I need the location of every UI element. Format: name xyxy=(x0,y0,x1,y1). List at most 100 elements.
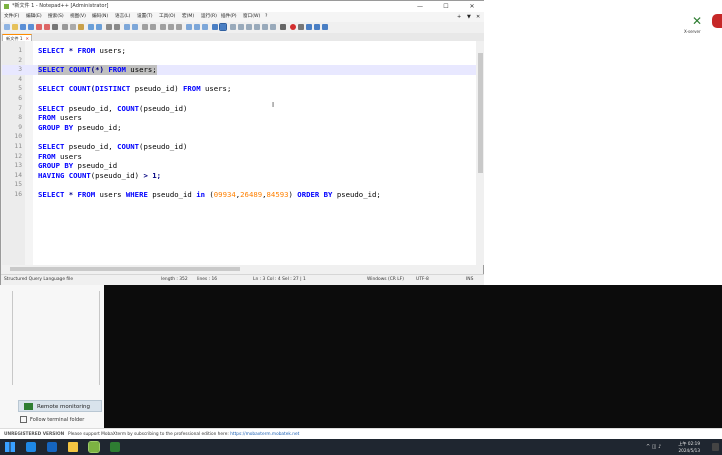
menu-search[interactable]: 搜索(S) xyxy=(48,12,64,22)
menu-settings[interactable]: 设置(T) xyxy=(137,12,153,22)
menu-help[interactable]: ? xyxy=(265,12,267,22)
follow-terminal-checkbox[interactable]: Follow terminal folder xyxy=(20,416,84,423)
notepadpp-taskbar-icon[interactable] xyxy=(88,441,100,453)
code-line[interactable]: 5 SELECT COUNT(DISTINCT pseudo_id) FROM u… xyxy=(2,84,476,94)
minimize-button[interactable]: — xyxy=(411,1,429,12)
code-line[interactable]: 8 FROM users xyxy=(2,113,476,123)
new-tab-button[interactable]: + xyxy=(457,12,461,22)
save-all-icon[interactable] xyxy=(28,24,34,30)
tab-list-button[interactable]: ▼ xyxy=(467,12,471,22)
macro-play-icon[interactable] xyxy=(306,24,312,30)
monitoring-icon[interactable] xyxy=(212,24,218,30)
word-icon[interactable] xyxy=(47,442,57,452)
code-line[interactable]: 2 xyxy=(2,56,476,66)
code-line[interactable]: 11 SELECT pseudo_id, COUNT(pseudo_id) xyxy=(2,142,476,152)
horizontal-scroll-thumb[interactable] xyxy=(10,267,240,271)
close-button[interactable]: ✕ xyxy=(463,1,481,12)
macro-record-icon[interactable] xyxy=(290,24,296,30)
menu-view[interactable]: 视图(V) xyxy=(70,12,86,22)
menu-encoding[interactable]: 编码(N) xyxy=(92,12,108,22)
vertical-scrollbar[interactable] xyxy=(477,41,484,265)
terminal-area[interactable] xyxy=(104,285,722,428)
paste-icon[interactable] xyxy=(78,24,84,30)
app-shortcut-icon[interactable] xyxy=(712,14,722,28)
panel-icon-6[interactable] xyxy=(270,24,276,30)
macro-play-multi-icon[interactable] xyxy=(314,24,320,30)
macro-stop-icon[interactable] xyxy=(280,24,286,30)
folder-as-workspace-icon[interactable] xyxy=(202,24,208,30)
save-icon[interactable] xyxy=(20,24,26,30)
copy-icon[interactable] xyxy=(70,24,76,30)
line-number: 5 xyxy=(18,85,22,93)
code-line[interactable]: 10 xyxy=(2,132,476,142)
menu-plugins[interactable]: 插件(P) xyxy=(221,12,237,22)
menu-tools[interactable]: 工具(O) xyxy=(159,12,175,22)
panel-icon-5[interactable] xyxy=(262,24,268,30)
maximize-button[interactable]: ☐ xyxy=(437,1,455,12)
close-icon[interactable] xyxy=(36,24,42,30)
menu-window[interactable]: 窗口(W) xyxy=(243,12,260,22)
panel-icon-1[interactable] xyxy=(230,24,236,30)
x-server-icon[interactable]: ✕ xyxy=(690,14,704,28)
panel-icon-2[interactable] xyxy=(238,24,244,30)
menu-macro[interactable]: 宏(M) xyxy=(182,12,194,22)
redo-icon[interactable] xyxy=(96,24,102,30)
zoom-out-icon[interactable] xyxy=(132,24,138,30)
clock[interactable]: 上午 02:19 2024/5/13 xyxy=(660,440,700,454)
banner-link[interactable]: https://mobaxterm.mobatek.net xyxy=(230,432,299,437)
code-line[interactable]: 13 GROUP BY pseudo_id xyxy=(2,161,476,171)
remote-monitoring-button[interactable]: Remote monitoring xyxy=(18,400,102,412)
function-list-icon[interactable] xyxy=(194,24,200,30)
menu-edit[interactable]: 编辑(E) xyxy=(26,12,42,22)
code-line[interactable]: 12 FROM users xyxy=(2,152,476,162)
macro-save-icon[interactable] xyxy=(322,24,328,30)
tab-new-file-1[interactable]: 新文件 1 ✕ xyxy=(2,34,32,41)
code-line[interactable]: 15 xyxy=(2,180,476,190)
code-line[interactable]: 4 xyxy=(2,75,476,85)
line-number: 12 xyxy=(14,152,22,160)
menu-run[interactable]: 运行(R) xyxy=(201,12,217,22)
sync-h-icon[interactable] xyxy=(150,24,156,30)
file-explorer-icon[interactable] xyxy=(68,442,78,452)
code-line[interactable]: 16 SELECT * FROM users WHERE pseudo_id in… xyxy=(2,190,476,200)
code-line[interactable]: 7 SELECT pseudo_id, COUNT(pseudo_id) xyxy=(2,104,476,114)
macro-stop-record-icon[interactable] xyxy=(298,24,304,30)
panel-icon-4[interactable] xyxy=(254,24,260,30)
menu-language[interactable]: 语言(L) xyxy=(115,12,130,22)
print-icon[interactable] xyxy=(52,24,58,30)
show-all-icon[interactable] xyxy=(168,24,174,30)
file-tree[interactable] xyxy=(12,291,100,385)
code-line[interactable]: 9 GROUP BY pseudo_id; xyxy=(2,123,476,133)
new-file-icon[interactable] xyxy=(4,24,10,30)
system-tray[interactable]: ^ ◫ ♪ xyxy=(646,444,661,450)
mobaxterm-taskbar-icon[interactable] xyxy=(110,442,120,452)
code-editor[interactable]: 1 SELECT * FROM users; 2 3 SELECT COUNT(*) F… xyxy=(2,41,476,265)
word-wrap-icon[interactable] xyxy=(160,24,166,30)
status-position: Ln : 3 Col : 4 Sel : 27 | 1 xyxy=(253,277,306,282)
status-encoding: UTF-8 xyxy=(416,277,429,282)
cut-icon[interactable] xyxy=(62,24,68,30)
replace-icon[interactable] xyxy=(114,24,120,30)
visual-studio-icon[interactable] xyxy=(26,442,36,452)
code-line[interactable]: 14 HAVING COUNT(pseudo_id) > 1; xyxy=(2,171,476,181)
sync-v-icon[interactable] xyxy=(142,24,148,30)
panel-icon-3[interactable] xyxy=(246,24,252,30)
open-file-icon[interactable] xyxy=(12,24,18,30)
undo-icon[interactable] xyxy=(88,24,94,30)
horizontal-scrollbar[interactable] xyxy=(2,265,476,273)
indent-guide-icon[interactable] xyxy=(176,24,182,30)
notification-icon[interactable] xyxy=(712,443,719,451)
menu-file[interactable]: 文件(F) xyxy=(4,12,19,22)
code-line[interactable]: 6 xyxy=(2,94,476,104)
title-bar[interactable]: *新文件 1 - Notepad++ [Administrator] — ☐ ✕ xyxy=(1,1,484,12)
code-line[interactable]: 1 SELECT * FROM users; xyxy=(2,46,476,56)
close-doc-button[interactable]: ✕ xyxy=(476,12,480,22)
zoom-in-icon[interactable] xyxy=(124,24,130,30)
close-all-icon[interactable] xyxy=(44,24,50,30)
vertical-scroll-thumb[interactable] xyxy=(478,53,483,173)
find-icon[interactable] xyxy=(106,24,112,30)
start-windows-icon[interactable] xyxy=(5,442,15,452)
udl-icon[interactable] xyxy=(219,23,227,31)
code-line[interactable]: 3 SELECT COUNT(*) FROM users; xyxy=(2,65,476,75)
doc-map-icon[interactable] xyxy=(186,24,192,30)
